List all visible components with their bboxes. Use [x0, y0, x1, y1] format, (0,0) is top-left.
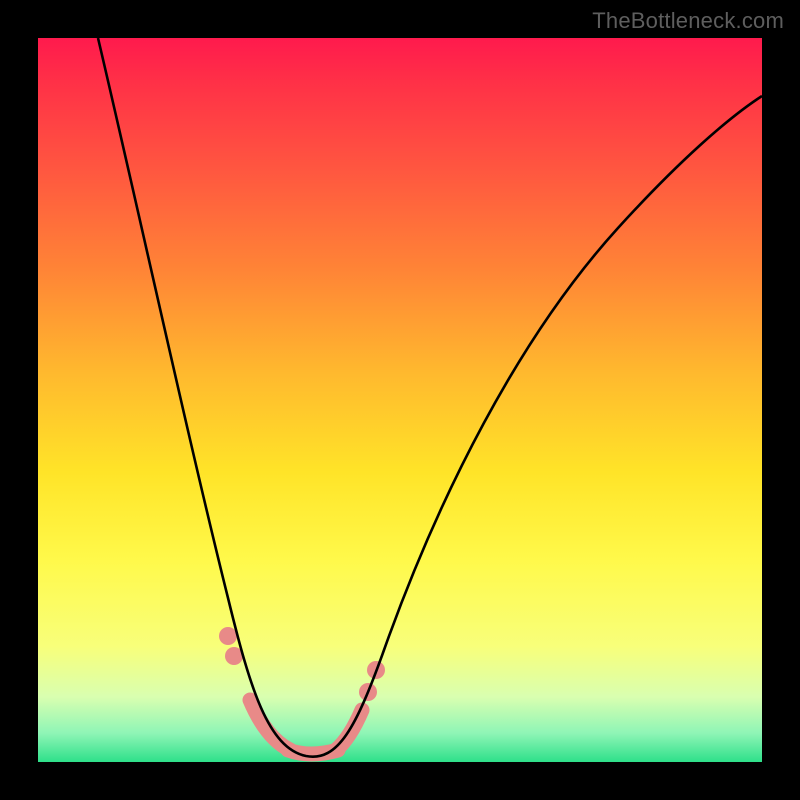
plot-area — [38, 38, 762, 762]
curve-layer — [38, 38, 762, 762]
chart-frame: TheBottleneck.com — [0, 0, 800, 800]
emphasis-marks — [219, 627, 385, 754]
watermark-text: TheBottleneck.com — [592, 8, 784, 34]
bottleneck-curve — [98, 38, 762, 757]
